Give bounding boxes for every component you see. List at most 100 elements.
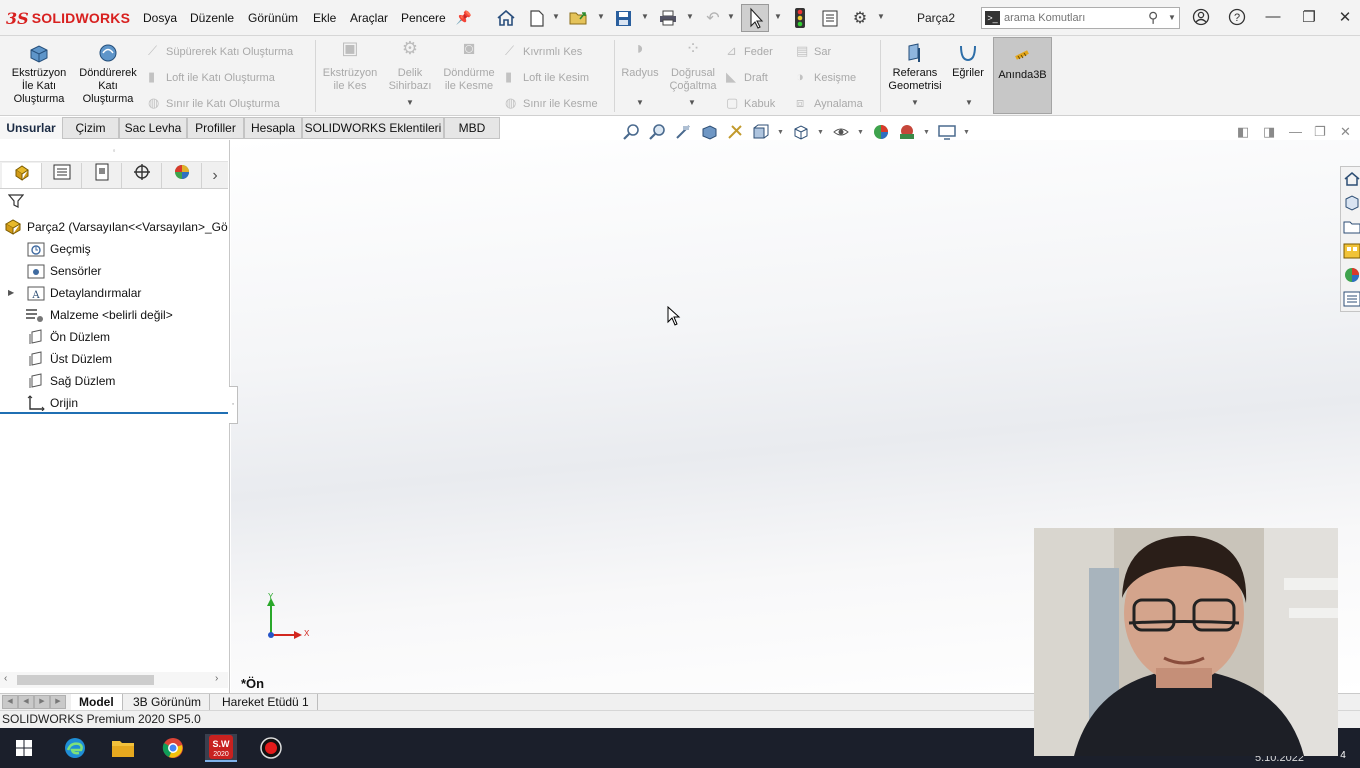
tab-solidworks-addins[interactable]: SOLIDWORKS Eklentileri [302,117,444,139]
chevron-down-icon[interactable]: ▼ [597,12,605,21]
property-manager-tab[interactable] [42,163,82,188]
file-explorer-taskbar-icon[interactable] [107,734,139,762]
tree-item-front-plane[interactable]: Ön Düzlem [0,326,228,348]
menu-window[interactable]: Pencere [401,11,446,25]
tree-item-right-plane[interactable]: Sağ Düzlem [0,370,228,392]
search-icon[interactable]: ⚲ [1148,9,1158,26]
expand-arrow-icon[interactable]: ▶ [8,282,14,304]
viewport-restore-icon[interactable]: ❐ [1314,124,1326,140]
chevron-down-icon[interactable]: ▼ [636,98,644,107]
revolve-cut-button[interactable]: ◙ Döndürme ile Kesme [440,39,498,93]
revolve-boss-button[interactable]: Döndürerek Katı Oluşturma [74,42,142,106]
view-palette-icon[interactable] [1343,242,1360,262]
tree-item-sensors[interactable]: Sensörler [0,260,228,282]
filter-icon[interactable] [7,193,25,213]
screen-recorder-icon[interactable] [255,734,287,762]
feature-manager-tab[interactable] [2,163,42,188]
chevron-down-icon[interactable]: ▼ [963,129,970,136]
tab-sheet-metal[interactable]: Sac Levha [119,117,187,139]
next-tab-arrow-icon[interactable]: ▶ [34,695,50,709]
hide-show-items-icon[interactable] [830,123,852,145]
dynamic-annotation-icon[interactable] [724,123,746,145]
tab-evaluate[interactable]: Hesapla [244,117,302,139]
reference-geometry-button[interactable]: Referans Geometrisi [884,42,946,93]
command-search-box[interactable]: >_ ⚲ ▼ [981,7,1180,29]
viewport-minimize-icon[interactable]: — [1289,124,1302,139]
previous-view-icon[interactable] [672,123,694,145]
solidworks-taskbar-icon[interactable]: S.W 2020 [205,734,237,762]
edit-appearance-icon[interactable] [870,123,892,145]
chevron-down-icon[interactable]: ▼ [777,129,784,136]
chevron-down-icon[interactable]: ▼ [817,129,824,136]
new-document-icon[interactable] [526,6,548,30]
close-icon[interactable]: ✕ [1334,8,1356,28]
tree-item-material[interactable]: Malzeme <belirli değil> [0,304,228,326]
chevron-right-icon[interactable]: › [202,163,228,188]
first-tab-arrow-icon[interactable]: ◀ [2,695,18,709]
boundary-cut-button[interactable]: ◍ Sınır ile Kesme [505,95,598,111]
tree-item-top-plane[interactable]: Üst Düzlem [0,348,228,370]
horizontal-scrollbar[interactable]: ‹ › [0,672,228,688]
mirror-button[interactable]: ⧈ Aynalama [796,95,863,111]
linear-pattern-button[interactable]: ⁘ Doğrusal Çoğaltma [664,39,722,93]
prev-tab-arrow-icon[interactable]: ◀ [18,695,34,709]
menu-edit[interactable]: Düzenle [190,11,234,25]
tab-model[interactable]: Model [71,694,123,711]
chevron-down-icon[interactable]: ▼ [1168,13,1176,22]
scrollbar-thumb[interactable] [17,675,154,685]
hole-wizard-button[interactable]: ⚙ Delik Sihirbazı [382,39,438,93]
custom-properties-icon[interactable] [1343,290,1360,310]
tab-sketch[interactable]: Çizim [62,117,119,139]
help-icon[interactable]: ? [1226,8,1248,28]
select-tool-button[interactable] [741,4,769,32]
tab-motion-study[interactable]: Hareket Etüdü 1 [214,694,318,711]
instant3d-toggle-button[interactable]: Anında3B [993,37,1052,114]
chevron-down-icon[interactable]: ▼ [688,98,696,107]
tree-item-annotations[interactable]: ▶ A Detaylandırmalar [0,282,228,304]
restore-icon[interactable]: ❐ [1298,8,1320,28]
tree-item-origin[interactable]: Orijin [0,392,228,414]
windows-start-icon[interactable] [8,734,40,762]
chevron-down-icon[interactable]: ▼ [965,98,973,107]
dimxpert-manager-tab[interactable] [122,163,162,188]
edge-browser-icon[interactable] [59,734,91,762]
chevron-down-icon[interactable]: ▼ [774,12,782,21]
tab-3d-views[interactable]: 3B Görünüm [125,694,211,711]
options-gear-icon[interactable]: ⚙ [849,6,871,30]
chevron-down-icon[interactable]: ▼ [552,12,560,21]
loft-cut-button[interactable]: ▮ Loft ile Kesim [505,69,589,85]
notification-count-badge[interactable]: 4 [1336,750,1350,764]
viewport-collapse-left-icon[interactable]: ◧ [1237,124,1249,140]
menu-tools[interactable]: Araçlar [350,11,388,25]
draft-button[interactable]: ◣ Draft [726,69,768,85]
loft-boss-button[interactable]: ▮ Loft ile Katı Oluşturma [148,69,275,85]
solidworks-logo[interactable]: 3S SOLIDWORKS [6,8,130,28]
design-library-icon[interactable] [1343,194,1360,214]
swept-cut-button[interactable]: ⟋ Kıvrımlı Kes [505,43,582,59]
intersect-button[interactable]: ◑ Kesişme [796,69,856,84]
tab-features[interactable]: Unsurlar [0,117,62,139]
chevron-down-icon[interactable]: ▼ [911,98,919,107]
scroll-left-icon[interactable]: ‹ [4,673,7,684]
menu-view[interactable]: Görünüm [248,11,298,25]
curves-button[interactable]: Eğriler [948,42,988,80]
tree-item-history[interactable]: Geçmiş [0,238,228,260]
fillet-button[interactable]: ◗ Radyus [617,39,663,80]
viewport-close-icon[interactable]: ✕ [1340,124,1351,140]
view-settings-icon[interactable] [936,123,958,145]
section-view-icon[interactable] [698,123,720,145]
display-manager-tab[interactable] [162,163,202,188]
zoom-to-area-icon[interactable] [646,123,668,145]
shell-button[interactable]: ▢ Kabuk [726,95,775,111]
view-orientation-icon[interactable] [750,123,772,145]
chevron-down-icon[interactable]: ▼ [877,12,885,21]
chevron-down-icon[interactable]: ▼ [641,12,649,21]
chrome-browser-icon[interactable] [157,734,189,762]
chevron-down-icon[interactable]: ▼ [406,98,414,107]
file-properties-icon[interactable] [819,6,841,30]
print-icon[interactable] [657,6,679,30]
chevron-down-icon[interactable]: ▼ [923,129,930,136]
chevron-down-icon[interactable]: ▼ [857,129,864,136]
extrude-cut-button[interactable]: ▣ Ekstrüzyon ile Kes [318,39,382,93]
wrap-button[interactable]: ▤ Sar [796,43,831,59]
